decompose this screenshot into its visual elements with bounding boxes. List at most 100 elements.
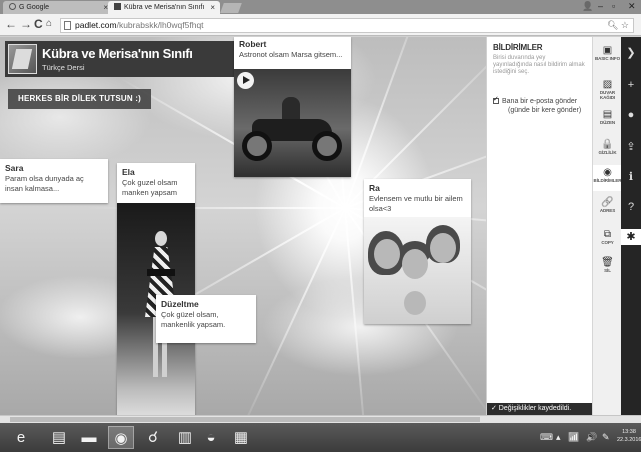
play-icon[interactable] — [237, 72, 254, 89]
home-icon[interactable]: ⌂ — [46, 18, 52, 30]
wall-header[interactable]: Kübra ve Merisa'nın Sınıfı Türkçe Dersi — [5, 41, 235, 77]
scrollbar-thumb[interactable] — [10, 417, 480, 422]
user-profile-icon[interactable]: 👤 — [582, 0, 593, 12]
library-icon[interactable]: ▥ — [172, 426, 198, 449]
rail-item-5[interactable]: 🔗 ADRES — [593, 195, 622, 221]
rail-item-6[interactable]: ⧉ COPY — [593, 227, 622, 253]
browser-toolbar: ← → C ⌂ padlet.com/kubrabskk/lh0wqf5fhqt… — [0, 14, 641, 36]
saved-status-bar: ✓ Değişiklikler kaydedildi. — [487, 403, 593, 415]
email-option-sublabel: (günde bir kere gönder) — [508, 107, 582, 114]
close-tab-icon[interactable]: × — [210, 1, 215, 14]
rail-item-7[interactable]: 🗑 SİL — [593, 255, 622, 281]
display-icon[interactable]: ▬ — [76, 426, 102, 449]
rail-item-0[interactable]: ▣ BASIC INFO — [593, 43, 622, 69]
media-icon[interactable]: ◒ — [198, 426, 224, 449]
help-icon[interactable]: ? — [625, 201, 637, 213]
padlet-sidebar: ❯ + ● ⇪ ℹ? ✱ — [621, 37, 641, 415]
post-author: Robert — [239, 39, 267, 49]
minimize-icon[interactable]: – — [598, 0, 603, 12]
wheel-shape — [242, 131, 272, 161]
link-icon: 🔗 — [601, 197, 614, 208]
info-icon[interactable]: ℹ — [625, 171, 637, 183]
basic-info-icon: ▣ — [602, 45, 613, 56]
settings-gear-icon[interactable]: ✱ — [625, 231, 637, 243]
file-explorer-icon[interactable]: ▤ — [46, 426, 72, 449]
tab-google[interactable]: G Google × — [3, 1, 113, 14]
post-ela[interactable]: Ela Çok guzel olsam manken yapsam — [117, 163, 195, 415]
post-text: Çok guzel olsam manken yapsam — [122, 178, 178, 197]
app-icon[interactable]: ▦ — [228, 426, 254, 449]
tool-icon[interactable]: ☌ — [140, 426, 166, 449]
browser-tab-strip: G Google × Kübra ve Merisa'nın Sınıfı × … — [0, 0, 641, 14]
clock-date: 22.3.2016 — [617, 437, 641, 443]
post-text: Çok güzel olsam, mankenlik yapsam. — [161, 310, 226, 329]
user-icon[interactable]: ● — [625, 109, 637, 121]
tab-padlet[interactable]: Kübra ve Merisa'nın Sınıfı × — [108, 1, 220, 14]
rail-item-label: COPY — [601, 240, 614, 245]
post-author: Ra — [369, 183, 380, 193]
language-icon[interactable]: ✎ — [602, 432, 610, 443]
rail-item-label: ADRES — [599, 208, 616, 213]
network-icon[interactable]: 📶 — [568, 432, 579, 443]
rail-item-2[interactable]: ▤ DÜZEN — [593, 107, 622, 133]
settings-rail: ▣ BASIC INFO ▨ DUVAR KAĞIDI ▤ DÜZEN 🔒 GİZLİLİK ◉… — [592, 37, 622, 415]
windows-taskbar: ⌨ ▴ 📶 🔊 ✎ 13:38 22.3.2016 e ▤ ▬ ◉ ☌ ▥ ◒ ▦ — [0, 423, 641, 452]
trash-icon: 🗑 — [601, 257, 614, 268]
model-head-shape — [155, 231, 167, 246]
rail-item-1[interactable]: ▨ DUVAR KAĞIDI — [593, 77, 622, 103]
copy-icon: ⧉ — [603, 229, 612, 240]
search-icon[interactable]: 🔍︎ ☆ — [607, 19, 629, 32]
post-robert[interactable]: Robert Astronot olsam Marsa gitsem... — [234, 37, 351, 177]
rail-item-label: SİL — [604, 268, 611, 273]
ie-icon[interactable]: e — [8, 426, 34, 449]
post-ra[interactable]: Ra Evlensem ve mutlu bir ailem olsa<3 — [364, 179, 471, 324]
face-shape — [402, 249, 428, 279]
wall-avatar — [8, 44, 37, 74]
address-bar[interactable]: padlet.com/kubrabskk/lh0wqf5fhqt 🔍︎ ☆ — [60, 18, 634, 33]
new-tab-button[interactable] — [220, 3, 242, 13]
system-clock[interactable]: 13:38 22.3.2016 — [617, 428, 641, 444]
motorcycle-video-thumbnail[interactable] — [234, 69, 351, 177]
clock-time: 13:38 — [622, 429, 636, 435]
panel-description: Birisi duvarında yey yayınladığında nası… — [493, 55, 585, 75]
tab-label: G Google — [19, 4, 49, 11]
post-author: Düzeltme — [161, 299, 199, 309]
rail-item-label: BİLDİRİMLER — [593, 178, 622, 183]
post-duzeltme[interactable]: Düzeltme Çok güzel olsam, mankenlik yaps… — [156, 295, 256, 343]
maximize-icon[interactable]: ▫ — [612, 0, 615, 12]
rail-item-label: BASIC INFO — [594, 56, 620, 61]
forward-icon[interactable]: → — [20, 18, 32, 30]
panel-title: BİLDİRİMLER — [493, 43, 543, 52]
email-notification-option[interactable]: Bana bir e-posta gönder (günde bir kere … — [493, 95, 591, 115]
wheel-shape — [312, 131, 342, 161]
post-sara[interactable]: Sara Param olsa dunyada aç insan kalmasa… — [0, 159, 108, 203]
tray-arrow-icon[interactable]: ▴ — [556, 432, 561, 443]
face-shape — [430, 233, 456, 263]
chrome-icon[interactable]: ◉ — [108, 426, 134, 449]
back-icon[interactable]: ← — [5, 18, 17, 30]
reload-icon[interactable]: C — [34, 18, 43, 30]
face-shape — [374, 239, 400, 269]
padlet-logo-icon[interactable]: ❯ — [625, 47, 637, 59]
page-icon — [64, 21, 71, 30]
rail-item-label: DUVAR KAĞIDI — [599, 90, 616, 100]
wall-subtitle: Türkçe Dersi — [42, 63, 85, 72]
email-checkbox[interactable] — [493, 95, 499, 104]
horizontal-scrollbar[interactable] — [0, 415, 641, 423]
url-host: padlet.com — [75, 20, 117, 30]
post-text: Astronot olsam Marsa gitsem... — [239, 50, 343, 59]
volume-icon[interactable]: 🔊 — [586, 432, 597, 443]
eye-icon: ◉ — [603, 167, 612, 178]
add-icon[interactable]: + — [625, 79, 637, 91]
wallpaper-icon: ▨ — [602, 79, 613, 90]
rail-item-label: GİZLİLİK — [598, 150, 617, 155]
wall-heading: HERKES BİR DİLEK TUTSUN :) — [8, 89, 151, 109]
rail-item-3[interactable]: 🔒 GİZLİLİK — [593, 137, 622, 163]
rail-item-4[interactable]: ◉ BİLDİRİMLER — [593, 165, 622, 191]
face-shape — [404, 291, 426, 315]
close-window-icon[interactable]: ✕ — [628, 0, 636, 12]
post-text: Param olsa dunyada aç insan kalmasa... — [5, 174, 84, 193]
model-belt-shape — [147, 269, 175, 276]
share-icon[interactable]: ⇪ — [625, 141, 637, 153]
keyboard-icon[interactable]: ⌨ — [540, 432, 553, 443]
